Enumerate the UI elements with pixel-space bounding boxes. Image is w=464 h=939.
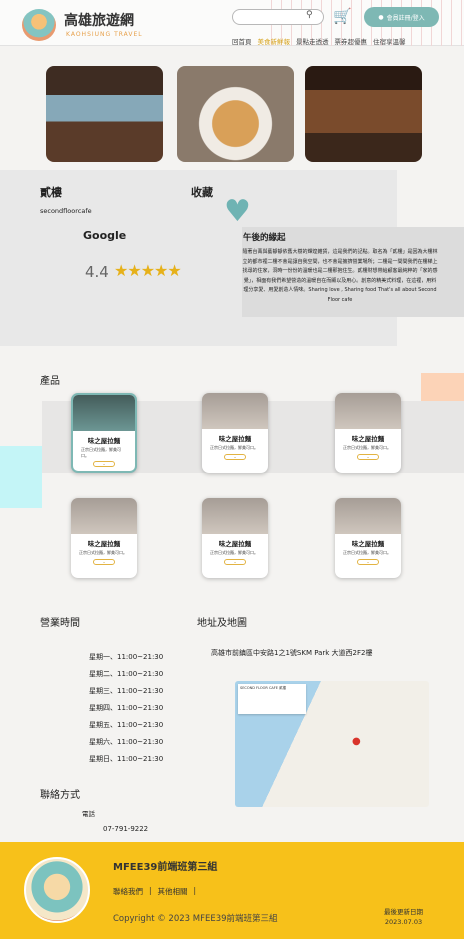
product-card[interactable]: 味之屋拉麵 正宗日式拉麵，鮮美可口。 ⌄ bbox=[71, 393, 137, 473]
hours-title: 營業時間 bbox=[40, 618, 80, 629]
copyright-text: Copyright © 2023 MFEE39前端班第三組 bbox=[113, 914, 278, 924]
phone-label: 電話 bbox=[82, 810, 95, 818]
last-updated-label: 最後更新日期 bbox=[384, 908, 423, 916]
product-desc: 正宗日式拉麵，鮮美可口。 bbox=[79, 550, 127, 555]
login-label: 會員註冊/登入 bbox=[386, 14, 425, 22]
story-text: 隨著台菁與藝靜靜依舊大樹的輝煌雜貨，這是我們的記點。取名為「貳樓」是因為大樓林立… bbox=[242, 249, 438, 303]
login-button[interactable]: ● 會員註冊/登入 bbox=[364, 7, 439, 27]
product-detail-button[interactable]: ⌄ bbox=[357, 558, 379, 565]
hours-row: 星期三、11:00~21:30 bbox=[89, 687, 164, 695]
product-desc: 正宗日式拉麵，鮮美可口。 bbox=[210, 550, 258, 555]
brand-english-name: KAOHSIUNG TRAVEL bbox=[66, 31, 143, 38]
product-name: 味之屋拉麵 bbox=[218, 540, 252, 548]
footer-link-other[interactable]: 其他相關 bbox=[158, 886, 188, 897]
product-detail-button[interactable]: ⌄ bbox=[93, 558, 115, 565]
product-desc: 正宗日式拉麵，鮮美可口。 bbox=[81, 447, 121, 458]
product-image bbox=[73, 395, 135, 431]
footer-title: MFEE39前端班第三組 bbox=[113, 862, 218, 873]
footer-separator: | bbox=[193, 886, 197, 895]
site-logo[interactable] bbox=[22, 9, 56, 41]
product-image bbox=[335, 498, 401, 534]
product-card[interactable]: 味之屋拉麵 正宗日式拉麵，鮮美可口。 ⌄ bbox=[202, 393, 268, 473]
rating-source: Google bbox=[83, 229, 127, 242]
product-image bbox=[335, 393, 401, 429]
hours-row: 星期六、11:00~21:30 bbox=[89, 738, 164, 746]
product-detail-button[interactable]: ⌄ bbox=[224, 558, 246, 565]
product-detail-button[interactable]: ⌄ bbox=[357, 453, 379, 460]
decoration-block bbox=[0, 446, 42, 508]
hours-row: 星期日、11:00~21:30 bbox=[89, 755, 164, 763]
hours-row: 星期一、11:00~21:30 bbox=[89, 653, 164, 661]
hours-row: 星期二、11:00~21:30 bbox=[89, 670, 164, 678]
heart-icon[interactable]: ♥ bbox=[224, 197, 251, 227]
nav-lodging[interactable]: 住宿享溫馨 bbox=[373, 36, 406, 46]
search-icon[interactable]: ⚲ bbox=[306, 10, 313, 20]
shop-english-name: secondfloorcafe bbox=[40, 207, 92, 215]
hours-row: 星期四、11:00~21:30 bbox=[89, 704, 164, 712]
footer-separator: | bbox=[149, 886, 152, 895]
nav-home[interactable]: 回首頁 bbox=[232, 36, 252, 46]
address-text: 高雄市前鎮區中安路1之1號SKM Park 大道西2F2樓 bbox=[211, 649, 373, 657]
restaurant-photo-interior bbox=[46, 66, 163, 162]
product-name: 味之屋拉麵 bbox=[351, 435, 385, 443]
restaurant-photo-dining-room bbox=[305, 66, 422, 162]
nav-food[interactable]: 美食新鮮報 bbox=[258, 36, 291, 46]
address-title: 地址及地圖 bbox=[197, 618, 247, 629]
last-updated-date: 2023.07.03 bbox=[384, 918, 423, 926]
shop-name: 貳樓 bbox=[40, 186, 62, 199]
phone-number: 07-791-9222 bbox=[103, 825, 149, 833]
product-image bbox=[202, 393, 268, 429]
user-icon: ● bbox=[378, 13, 384, 21]
product-card[interactable]: 味之屋拉麵 正宗日式拉麵，鮮美可口。 ⌄ bbox=[202, 498, 268, 578]
restaurant-photo-pasta bbox=[177, 66, 294, 162]
product-image bbox=[71, 498, 137, 534]
product-card[interactable]: 味之屋拉麵 正宗日式拉麵，鮮美可口。 ⌄ bbox=[335, 498, 401, 578]
product-name: 味之屋拉麵 bbox=[351, 540, 385, 548]
nav-tickets[interactable]: 票券超優惠 bbox=[335, 36, 368, 46]
nav-attractions[interactable]: 景點走透透 bbox=[296, 36, 329, 46]
products-title: 產品 bbox=[40, 376, 60, 387]
hours-row: 星期五、11:00~21:30 bbox=[89, 721, 164, 729]
map-place-card[interactable]: SECOND FLOOR CAFE 貳樓 bbox=[238, 684, 306, 714]
product-image bbox=[202, 498, 268, 534]
product-card[interactable]: 味之屋拉麵 正宗日式拉麵，鮮美可口。 ⌄ bbox=[71, 498, 137, 578]
product-desc: 正宗日式拉麵，鮮美可口。 bbox=[343, 550, 391, 555]
last-updated: 最後更新日期 2023.07.03 bbox=[384, 907, 423, 927]
favorite-label: 收藏 bbox=[191, 186, 213, 199]
product-desc: 正宗日式拉麵，鮮美可口。 bbox=[210, 445, 258, 450]
product-detail-button[interactable]: ⌄ bbox=[93, 461, 115, 467]
footer-links: 聯絡我們 | 其他相關 | bbox=[113, 886, 196, 897]
contact-title: 聯絡方式 bbox=[40, 790, 80, 801]
main-nav: 回首頁 美食新鮮報 景點走透透 票券超優惠 住宿享溫馨 bbox=[232, 36, 406, 46]
star-rating-icon: ★★★★★ bbox=[114, 261, 182, 280]
product-card[interactable]: 味之屋拉麵 正宗日式拉麵，鮮美可口。 ⌄ bbox=[335, 393, 401, 473]
product-name: 味之屋拉麵 bbox=[218, 435, 252, 443]
hours-list: 星期一、11:00~21:30 星期二、11:00~21:30 星期三、11:0… bbox=[89, 649, 163, 768]
product-name: 味之屋拉麵 bbox=[87, 540, 121, 548]
product-desc: 正宗日式拉麵，鮮美可口。 bbox=[343, 445, 391, 450]
footer-logo bbox=[24, 857, 90, 923]
footer-link-contact[interactable]: 聯絡我們 bbox=[113, 886, 143, 897]
brand-name[interactable]: 高雄旅遊網 bbox=[64, 10, 134, 30]
map-pin-icon[interactable]: ● bbox=[352, 736, 361, 747]
product-detail-button[interactable]: ⌄ bbox=[224, 453, 246, 460]
cart-icon[interactable]: 🛒 bbox=[333, 7, 352, 25]
product-name: 味之屋拉麵 bbox=[87, 437, 121, 445]
story-title: 午後的緣起 bbox=[243, 233, 286, 243]
rating-value: 4.4 bbox=[85, 263, 109, 281]
